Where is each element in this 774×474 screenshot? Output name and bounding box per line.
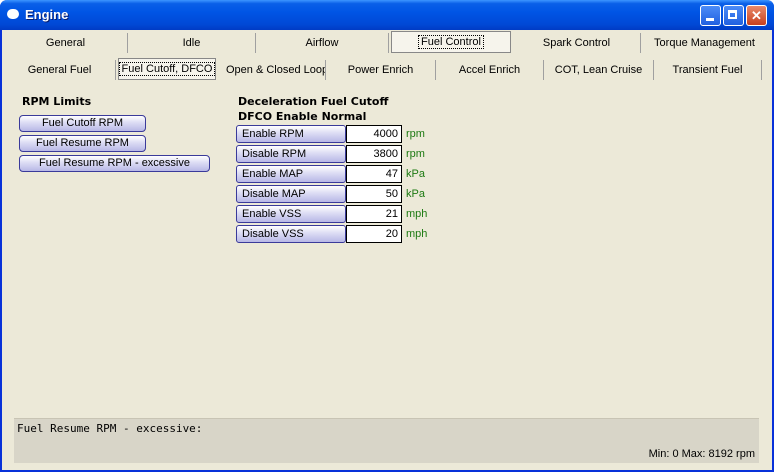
tab-general-fuel[interactable]: General Fuel [4, 60, 116, 80]
disable-vss-unit: mph [406, 228, 428, 240]
title-bar[interactable]: Engine ✕ [0, 0, 774, 30]
enable-rpm-unit: rpm [406, 128, 425, 140]
tab-airflow[interactable]: Airflow [256, 33, 389, 53]
disable-map-unit: kPa [406, 188, 425, 200]
maximize-button[interactable] [723, 5, 744, 26]
dfco-heading: Deceleration Fuel Cutoff [238, 95, 389, 108]
minimize-button[interactable] [700, 5, 721, 26]
tab-general[interactable]: General [4, 33, 128, 53]
sub-tab-bar: General Fuel Fuel Cutoff, DFCO Open & Cl… [4, 58, 768, 82]
close-icon: ✕ [751, 8, 762, 23]
close-button[interactable]: ✕ [746, 5, 767, 26]
main-tab-bar: General Idle Airflow Fuel Control Spark … [4, 31, 768, 55]
tab-cot-lean-cruise[interactable]: COT, Lean Cruise [544, 60, 654, 80]
disable-map-label[interactable]: Disable MAP [236, 185, 346, 203]
engine-icon [7, 9, 19, 19]
disable-rpm-label[interactable]: Disable RPM [236, 145, 346, 163]
disable-rpm-unit: rpm [406, 148, 425, 160]
status-panel: Fuel Resume RPM - excessive: Min: 0 Max:… [14, 418, 759, 463]
enable-rpm-field[interactable]: 4000 [346, 125, 402, 143]
enable-vss-field[interactable]: 21 [346, 205, 402, 223]
tab-transient-fuel[interactable]: Transient Fuel [654, 60, 762, 80]
tab-fuel-cutoff-dfco[interactable]: Fuel Cutoff, DFCO [118, 58, 216, 80]
fuel-resume-rpm-button[interactable]: Fuel Resume RPM [19, 135, 146, 152]
tab-idle[interactable]: Idle [128, 33, 256, 53]
enable-vss-label[interactable]: Enable VSS [236, 205, 346, 223]
tab-power-enrich[interactable]: Power Enrich [326, 60, 436, 80]
tab-open-closed-loop[interactable]: Open & Closed Loop [226, 60, 326, 80]
enable-map-unit: kPa [406, 168, 425, 180]
fuel-resume-rpm-excessive-button[interactable]: Fuel Resume RPM - excessive [19, 155, 210, 172]
enable-vss-unit: mph [406, 208, 428, 220]
maximize-icon [728, 10, 737, 19]
enable-map-label[interactable]: Enable MAP [236, 165, 346, 183]
status-range: Min: 0 Max: 8192 rpm [648, 448, 755, 460]
minimize-icon [706, 18, 714, 21]
enable-map-field[interactable]: 47 [346, 165, 402, 183]
disable-map-field[interactable]: 50 [346, 185, 402, 203]
disable-rpm-field[interactable]: 3800 [346, 145, 402, 163]
tab-torque-management[interactable]: Torque Management [641, 33, 768, 53]
disable-vss-label[interactable]: Disable VSS [236, 225, 346, 243]
window-title: Engine [25, 7, 69, 22]
tab-fuel-control[interactable]: Fuel Control [391, 31, 511, 53]
disable-vss-field[interactable]: 20 [346, 225, 402, 243]
tab-accel-enrich[interactable]: Accel Enrich [436, 60, 544, 80]
status-description: Fuel Resume RPM - excessive: [17, 422, 203, 435]
tab-spark-control[interactable]: Spark Control [513, 33, 641, 53]
dfco-subheading: DFCO Enable Normal [238, 110, 367, 123]
enable-rpm-label[interactable]: Enable RPM [236, 125, 346, 143]
rpm-limits-heading: RPM Limits [22, 95, 92, 108]
fuel-cutoff-rpm-button[interactable]: Fuel Cutoff RPM [19, 115, 146, 132]
